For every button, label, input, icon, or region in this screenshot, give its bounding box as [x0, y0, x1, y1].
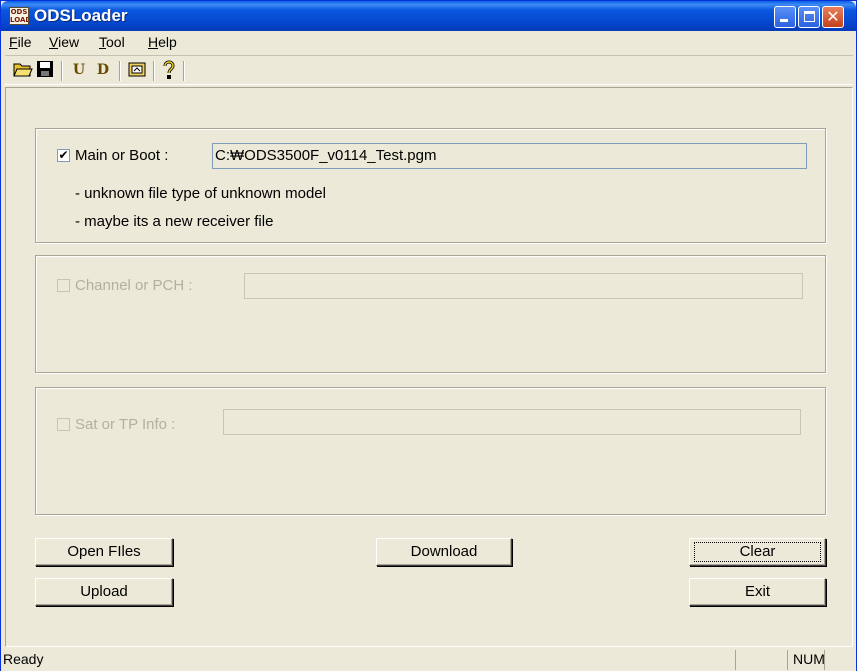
sat-tp-group	[35, 387, 826, 515]
app-icon: ODS LOADER	[9, 7, 29, 25]
status-message-2: - maybe its a new receiver file	[75, 213, 274, 230]
menu-view[interactable]: View	[49, 34, 79, 50]
status-message-1: - unknown file type of unknown model	[75, 185, 326, 202]
upload-label: Upload	[80, 583, 128, 600]
menu-tool-mnemonic: T	[99, 34, 106, 50]
help-question-svg	[163, 60, 175, 79]
clear-button[interactable]: Clear	[689, 538, 826, 566]
status-pane-empty	[735, 650, 785, 670]
odsloader-window: ODS LOADER ODSLoader ✕ File View Tool He…	[0, 0, 857, 671]
main-boot-path-field[interactable]: C:₩ODS3500F_v0114_Test.pgm	[212, 143, 807, 169]
minimize-button[interactable]	[774, 6, 796, 28]
menu-help-rest: elp	[158, 34, 177, 50]
help-question-icon[interactable]	[159, 60, 179, 80]
menu-help[interactable]: Help	[148, 34, 177, 50]
menu-view-mnemonic: V	[49, 34, 59, 50]
download-label: Download	[410, 543, 478, 560]
num-lock-indicator: NUM	[793, 651, 825, 667]
exit-button[interactable]: Exit	[689, 578, 826, 606]
menu-tool-rest: ool	[106, 34, 125, 50]
upload-button[interactable]: Upload	[35, 578, 173, 606]
open-files-label: Open FIles	[67, 543, 141, 560]
toolbar-separator	[153, 61, 155, 81]
channel-pch-path-field[interactable]	[244, 273, 803, 299]
download-d-icon[interactable]: D	[93, 60, 113, 80]
menu-view-rest: iew	[58, 34, 80, 50]
sat-tp-path-field[interactable]	[223, 409, 801, 435]
download-button[interactable]: Download	[376, 538, 512, 566]
menu-file[interactable]: File	[9, 34, 32, 50]
maximize-icon	[804, 11, 815, 22]
receiver-icon[interactable]	[127, 60, 147, 80]
toolbar: U D	[5, 55, 853, 85]
menu-tool[interactable]: Tool	[99, 34, 125, 50]
title-bar[interactable]: ODS LOADER ODSLoader ✕	[1, 1, 856, 31]
status-bar: Ready NUM	[1, 649, 856, 671]
open-files-button[interactable]: Open FIles	[35, 538, 173, 566]
receiver-svg	[128, 62, 146, 77]
open-folder-svg	[13, 63, 33, 77]
channel-pch-checkbox[interactable]	[57, 279, 70, 292]
sat-tp-checkbox[interactable]	[57, 418, 70, 431]
toolbar-separator	[183, 61, 185, 81]
upload-u-icon[interactable]: U	[69, 60, 89, 80]
save-disk-svg	[37, 61, 53, 77]
main-boot-label: Main or Boot :	[75, 147, 169, 164]
minimize-icon	[780, 19, 788, 22]
maximize-button[interactable]	[798, 6, 820, 28]
window-title: ODSLoader	[34, 6, 128, 25]
exit-label: Exit	[744, 583, 770, 600]
channel-pch-label: Channel or PCH :	[75, 277, 193, 294]
menu-file-rest: ile	[17, 34, 32, 50]
menu-bar: File View Tool Help	[5, 31, 853, 55]
close-button[interactable]: ✕	[822, 6, 844, 28]
clear-label: Clear	[739, 543, 776, 560]
sat-tp-label: Sat or TP Info :	[75, 416, 176, 433]
close-icon: ✕	[826, 7, 840, 26]
save-disk-icon[interactable]	[35, 60, 55, 80]
toolbar-separator	[119, 61, 121, 81]
status-text: Ready	[3, 651, 44, 667]
main-boot-checkbox[interactable]: ✔	[57, 149, 70, 162]
menu-file-mnemonic: F	[9, 34, 18, 50]
menu-help-mnemonic: H	[148, 34, 159, 50]
toolbar-separator	[61, 61, 63, 81]
open-folder-icon[interactable]	[13, 60, 33, 80]
